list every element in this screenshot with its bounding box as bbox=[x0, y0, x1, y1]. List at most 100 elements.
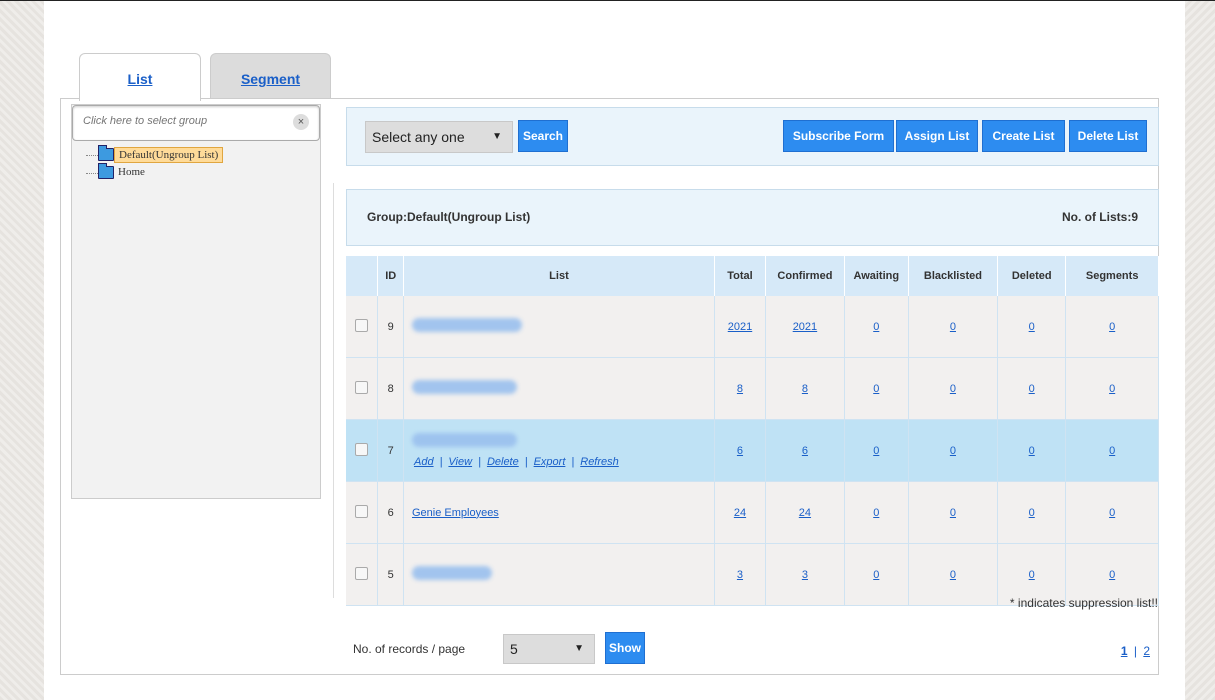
clear-icon[interactable]: × bbox=[293, 114, 309, 130]
create-list-button[interactable]: Create List bbox=[982, 120, 1065, 152]
header-list[interactable]: List bbox=[403, 256, 715, 296]
header-deleted[interactable]: Deleted bbox=[997, 256, 1067, 296]
list-name-redacted[interactable] bbox=[411, 318, 522, 332]
export-link[interactable]: Export bbox=[534, 456, 566, 468]
page-link-1[interactable]: 1 bbox=[1121, 644, 1128, 658]
header-segments[interactable]: Segments bbox=[1065, 256, 1159, 296]
cell-blacklisted[interactable]: 0 bbox=[908, 357, 999, 420]
awaiting-link[interactable]: 0 bbox=[873, 321, 879, 333]
header-awaiting[interactable]: Awaiting bbox=[844, 256, 909, 296]
group-search-field[interactable] bbox=[81, 114, 285, 128]
cell-deleted[interactable]: 0 bbox=[997, 357, 1067, 420]
refresh-link[interactable]: Refresh bbox=[580, 456, 619, 468]
segments-link[interactable]: 0 bbox=[1109, 569, 1115, 581]
tree-item-default[interactable]: Default(Ungroup List) bbox=[86, 145, 318, 163]
total-link[interactable]: 3 bbox=[737, 569, 743, 581]
cell-confirmed[interactable]: 6 bbox=[765, 419, 845, 482]
cell-blacklisted[interactable]: 0 bbox=[908, 419, 999, 482]
header-id[interactable]: ID bbox=[377, 256, 404, 296]
blacklisted-link[interactable]: 0 bbox=[950, 445, 956, 457]
deleted-link[interactable]: 0 bbox=[1029, 507, 1035, 519]
cell-list[interactable] bbox=[403, 357, 715, 420]
cell-segments[interactable]: 0 bbox=[1065, 296, 1159, 358]
cell-blacklisted[interactable]: 0 bbox=[908, 296, 999, 358]
awaiting-link[interactable]: 0 bbox=[873, 507, 879, 519]
cell-confirmed[interactable]: 24 bbox=[765, 481, 845, 544]
cell-awaiting[interactable]: 0 bbox=[844, 419, 909, 482]
cell-segments[interactable]: 0 bbox=[1065, 481, 1159, 544]
row-checkbox[interactable] bbox=[355, 318, 369, 332]
row-checkbox[interactable] bbox=[355, 380, 369, 394]
cell-list[interactable]: Add | View | Delete | Export | Refresh bbox=[403, 419, 715, 482]
cell-blacklisted[interactable]: 0 bbox=[908, 481, 999, 544]
total-link[interactable]: 6 bbox=[737, 445, 743, 457]
cell-total[interactable]: 8 bbox=[714, 357, 767, 420]
row-checkbox[interactable] bbox=[355, 442, 369, 456]
cell-segments[interactable]: 0 bbox=[1065, 419, 1159, 482]
delete-list-button[interactable]: Delete List bbox=[1069, 120, 1147, 152]
awaiting-link[interactable]: 0 bbox=[873, 569, 879, 581]
tree-item-label[interactable]: Default(Ungroup List) bbox=[114, 147, 224, 163]
row-select[interactable] bbox=[346, 296, 379, 358]
row-select[interactable] bbox=[346, 357, 379, 420]
cell-total[interactable]: 2021 bbox=[714, 296, 767, 358]
search-button[interactable]: Search bbox=[518, 120, 568, 152]
list-name-redacted[interactable] bbox=[411, 380, 517, 394]
records-select[interactable]: 5 ▼ bbox=[503, 634, 595, 664]
blacklisted-link[interactable]: 0 bbox=[950, 321, 956, 333]
delete-link[interactable]: Delete bbox=[487, 456, 519, 468]
cell-list[interactable]: Genie Employees bbox=[403, 481, 715, 544]
confirmed-link[interactable]: 24 bbox=[799, 507, 811, 519]
cell-awaiting[interactable]: 0 bbox=[844, 296, 909, 358]
deleted-link[interactable]: 0 bbox=[1029, 321, 1035, 333]
assign-list-button[interactable]: Assign List bbox=[896, 120, 978, 152]
cell-list[interactable] bbox=[403, 296, 715, 358]
tree-item-home[interactable]: Home bbox=[86, 163, 318, 181]
cell-total[interactable]: 24 bbox=[714, 481, 767, 544]
group-select-input[interactable]: × bbox=[72, 105, 320, 141]
confirmed-link[interactable]: 6 bbox=[802, 445, 808, 457]
awaiting-link[interactable]: 0 bbox=[873, 383, 879, 395]
row-select[interactable] bbox=[346, 481, 379, 544]
cell-deleted[interactable]: 0 bbox=[997, 419, 1067, 482]
total-link[interactable]: 8 bbox=[737, 383, 743, 395]
cell-total[interactable]: 6 bbox=[714, 419, 767, 482]
action-select[interactable]: Select any one ▼ bbox=[365, 121, 513, 153]
cell-deleted[interactable]: 0 bbox=[997, 296, 1067, 358]
row-select[interactable] bbox=[346, 419, 379, 482]
header-total[interactable]: Total bbox=[714, 256, 767, 296]
cell-confirmed[interactable]: 8 bbox=[765, 357, 845, 420]
cell-awaiting[interactable]: 0 bbox=[844, 357, 909, 420]
subscribe-form-button[interactable]: Subscribe Form bbox=[783, 120, 894, 152]
confirmed-link[interactable]: 3 bbox=[802, 569, 808, 581]
tab-list-label[interactable]: List bbox=[128, 71, 153, 87]
show-button[interactable]: Show bbox=[605, 632, 645, 664]
header-confirmed[interactable]: Confirmed bbox=[765, 256, 845, 296]
view-link[interactable]: View bbox=[448, 456, 472, 468]
confirmed-link[interactable]: 2021 bbox=[793, 321, 817, 333]
cell-awaiting[interactable]: 0 bbox=[844, 481, 909, 544]
cell-blacklisted[interactable]: 0 bbox=[908, 543, 999, 606]
row-select[interactable] bbox=[346, 543, 379, 606]
row-checkbox[interactable] bbox=[355, 566, 369, 580]
deleted-link[interactable]: 0 bbox=[1029, 383, 1035, 395]
awaiting-link[interactable]: 0 bbox=[873, 445, 879, 457]
cell-confirmed[interactable]: 3 bbox=[765, 543, 845, 606]
row-checkbox[interactable] bbox=[355, 504, 369, 518]
tree-item-label[interactable]: Home bbox=[114, 165, 149, 179]
deleted-link[interactable]: 0 bbox=[1029, 569, 1035, 581]
segments-link[interactable]: 0 bbox=[1109, 321, 1115, 333]
cell-list[interactable] bbox=[403, 543, 715, 606]
page-link-2[interactable]: 2 bbox=[1143, 644, 1150, 658]
header-blacklisted[interactable]: Blacklisted bbox=[908, 256, 999, 296]
add-link[interactable]: Add bbox=[414, 456, 434, 468]
blacklisted-link[interactable]: 0 bbox=[950, 569, 956, 581]
list-name-redacted[interactable] bbox=[411, 566, 492, 580]
cell-total[interactable]: 3 bbox=[714, 543, 767, 606]
deleted-link[interactable]: 0 bbox=[1029, 445, 1035, 457]
cell-awaiting[interactable]: 0 bbox=[844, 543, 909, 606]
tab-segment[interactable]: Segment bbox=[210, 53, 331, 100]
tab-list[interactable]: List bbox=[79, 53, 201, 101]
blacklisted-link[interactable]: 0 bbox=[950, 507, 956, 519]
segments-link[interactable]: 0 bbox=[1109, 383, 1115, 395]
